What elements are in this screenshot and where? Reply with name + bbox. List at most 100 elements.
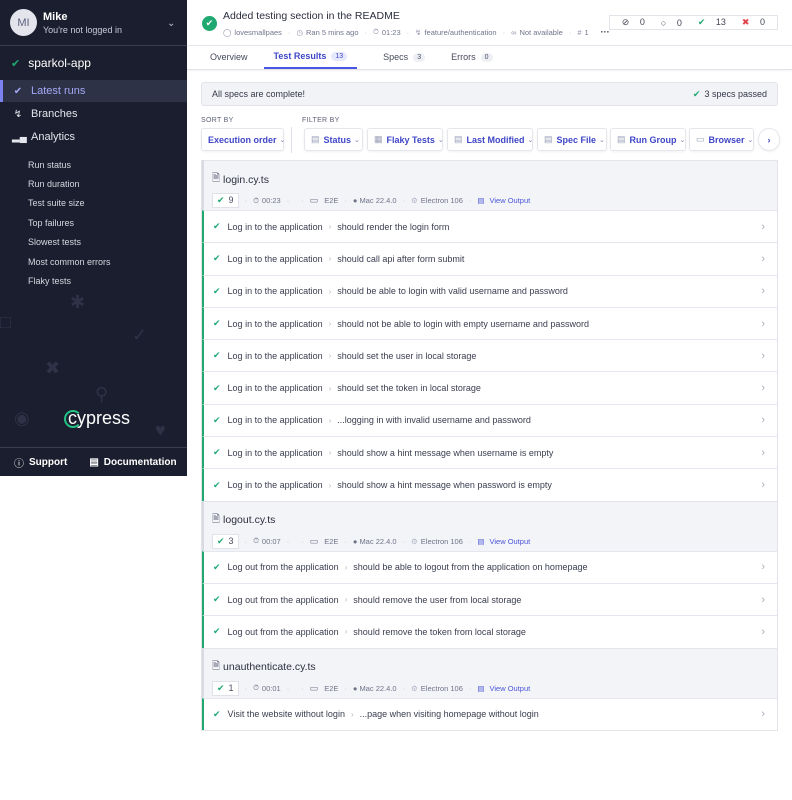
test-title: should be able to logout from the applic… xyxy=(353,562,588,573)
test-row[interactable]: ✔ Log in to the application › should show a… xyxy=(202,468,777,501)
browser-version: Electron 106 xyxy=(420,683,463,693)
chevron-right-icon: › xyxy=(761,561,765,574)
spec-file-name: unauthenticate.cy.ts xyxy=(223,661,316,674)
filter-label: FILTER BY xyxy=(302,117,340,124)
tab-errors[interactable]: Errors 0 xyxy=(451,52,493,69)
scroll-filters-right-button[interactable]: › xyxy=(758,128,780,151)
run-header: ✔ Added testing section in the README ◯ … xyxy=(187,0,792,46)
electron-icon: ⚙ xyxy=(411,196,418,205)
filter-run-group[interactable]: ▤ Run Group ⌄ xyxy=(610,128,686,151)
tabs: Overview Test Results 13 Specs 3 Errors 0 xyxy=(187,46,792,70)
sidebar-item-analytics[interactable]: ▂▄ Analytics xyxy=(0,126,187,148)
spec-name[interactable]: 🗎 unauthenticate.cy.ts xyxy=(212,659,777,676)
count-badge: 3 xyxy=(413,52,426,62)
filter-browser[interactable]: ▭ Browser ⌄ xyxy=(689,128,754,151)
spec-file-name: logout.cy.ts xyxy=(223,514,276,527)
test-suite: Log in to the application xyxy=(227,221,323,232)
filter-status[interactable]: ▤ Status ⌄ xyxy=(304,128,363,151)
chevron-down-icon: ⌄ xyxy=(437,136,444,144)
test-suite: Log out from the application xyxy=(227,594,339,605)
sidebar-subitem[interactable]: Slowest tests xyxy=(0,233,187,252)
sidebar-subitem[interactable]: Most common errors xyxy=(0,252,187,271)
test-title: should set the token in local storage xyxy=(337,383,481,394)
test-row[interactable]: ✔ Log in to the application › should be abl… xyxy=(202,274,777,307)
test-results-list: 🗎 login.cy.ts ✔ 9 · ⏱ 00:23 · · ▭ E2E · ● Mac 22.4.0 ·… xyxy=(201,160,778,731)
test-title: should not be able to login with empty u… xyxy=(337,318,589,329)
chevron-right-icon: › xyxy=(767,134,771,145)
check-icon: ✔ xyxy=(692,88,701,99)
test-row[interactable]: ✔ Log out from the application › should be … xyxy=(202,550,777,583)
user-menu[interactable]: MI Mike You're not logged in ⌄ xyxy=(0,0,187,46)
test-suite: Log in to the application xyxy=(227,415,323,426)
spec-name[interactable]: 🗎 login.cy.ts xyxy=(212,171,777,188)
test-row[interactable]: ✔ Log in to the application › should call a… xyxy=(202,242,777,275)
test-row[interactable]: ✔ Log in to the application › should set th… xyxy=(202,339,777,372)
sort-dropdown[interactable]: Execution order ⌄ xyxy=(201,128,285,151)
decoration-icon: □ xyxy=(0,312,11,332)
sidebar-subitem[interactable]: Run status xyxy=(0,155,187,174)
sidebar-item-label: Analytics xyxy=(31,131,76,143)
view-output-link[interactable]: ▤ View Output xyxy=(477,196,530,205)
support-link[interactable]: ⓘ Support xyxy=(14,455,67,470)
sidebar-subitem[interactable]: Test suite size xyxy=(0,194,187,213)
test-row[interactable]: ✔ Visit the website without login › ...page… xyxy=(202,697,777,730)
sidebar-subitem[interactable]: Flaky tests xyxy=(0,271,187,290)
check-icon: ✔ xyxy=(213,382,221,393)
tab-test-results[interactable]: Test Results 13 xyxy=(263,51,358,69)
chevron-down-icon: ⌄ xyxy=(747,136,754,144)
view-output-link[interactable]: ▤ View Output xyxy=(477,684,530,693)
x-icon: ✖ xyxy=(741,17,750,27)
check-circle-icon: ✔ xyxy=(13,85,23,97)
stopwatch-icon: ⏱ xyxy=(253,536,259,546)
test-suite: Log in to the application xyxy=(227,350,323,361)
test-row[interactable]: ✔ Log in to the application › should render… xyxy=(202,210,777,243)
view-output-link[interactable]: ▤ View Output xyxy=(477,537,530,546)
monitor-icon: ▭ xyxy=(309,535,319,546)
test-row[interactable]: ✔ Log in to the application › should show a… xyxy=(202,436,777,469)
branch-name[interactable]: feature/authentication xyxy=(424,28,496,37)
test-type: E2E xyxy=(324,196,339,205)
filter-spec-file[interactable]: ▤ Spec File ⌄ xyxy=(537,128,607,151)
filter-last-modified[interactable]: ▤ Last Modified ⌄ xyxy=(447,128,533,151)
logo-text: cypress xyxy=(68,408,131,428)
ran-time: Ran 5 mins ago xyxy=(305,27,359,37)
spec-duration: 00:23 xyxy=(261,196,281,205)
spec-name[interactable]: 🗎 logout.cy.ts xyxy=(212,512,777,529)
sidebar-subitem[interactable]: Top failures xyxy=(0,213,187,232)
sidebar-item-latest-runs[interactable]: ✔ Latest runs xyxy=(0,80,187,102)
chevron-down-icon[interactable]: ⌄ xyxy=(167,18,177,29)
project-name[interactable]: ✔ sparkol-app xyxy=(0,46,187,80)
spec-meta: ✔ 1 · ⏱ 00:01 · · ▭ E2E · ● Mac 22.4.0 · ⚙ Electron 10… xyxy=(212,680,777,696)
tab-overview[interactable]: Overview xyxy=(210,52,248,69)
check-icon: ✔ xyxy=(213,594,221,605)
documentation-link[interactable]: ▤ Documentation xyxy=(89,457,176,468)
sidebar-subitem[interactable]: Run duration xyxy=(0,174,187,193)
chevron-right-icon: › xyxy=(761,220,765,233)
test-suite: Log out from the application xyxy=(227,562,339,573)
browser-version: Electron 106 xyxy=(420,536,463,546)
test-title: ...page when visiting homepage without l… xyxy=(359,709,539,720)
chevron-right-icon: › xyxy=(328,254,332,264)
pending-icon: ○ xyxy=(660,17,667,28)
chevron-right-icon: › xyxy=(761,349,765,362)
support-label: Support xyxy=(29,456,68,468)
chevron-right-icon: › xyxy=(328,480,332,490)
sort-label: SORT BY xyxy=(201,117,234,124)
sidebar-item-branches[interactable]: ↯ Branches xyxy=(0,103,187,125)
test-row[interactable]: ✔ Log out from the application › should rem… xyxy=(202,615,777,648)
tab-specs[interactable]: Specs 3 xyxy=(383,52,426,69)
test-row[interactable]: ✔ Log in to the application › should set th… xyxy=(202,371,777,404)
run-passed-icon: ✔ xyxy=(202,16,217,31)
chevron-right-icon: › xyxy=(761,317,765,330)
check-icon: ✔ xyxy=(213,221,221,232)
check-icon: ✔ xyxy=(213,318,221,329)
test-row[interactable]: ✔ Log in to the application › should not be… xyxy=(202,306,777,340)
book-icon: ▤ xyxy=(89,456,99,468)
test-row[interactable]: ✔ Log in to the application › ...logging in… xyxy=(202,403,777,437)
test-title: should set the user in local storage xyxy=(337,350,477,361)
chevron-right-icon: › xyxy=(350,709,354,719)
filter-flaky-tests[interactable]: ▦ Flaky Tests ⌄ xyxy=(367,128,444,151)
x-decoration-icon: ✖ xyxy=(45,358,61,378)
chevron-right-icon: › xyxy=(344,595,348,605)
test-row[interactable]: ✔ Log out from the application › should rem… xyxy=(202,582,777,616)
